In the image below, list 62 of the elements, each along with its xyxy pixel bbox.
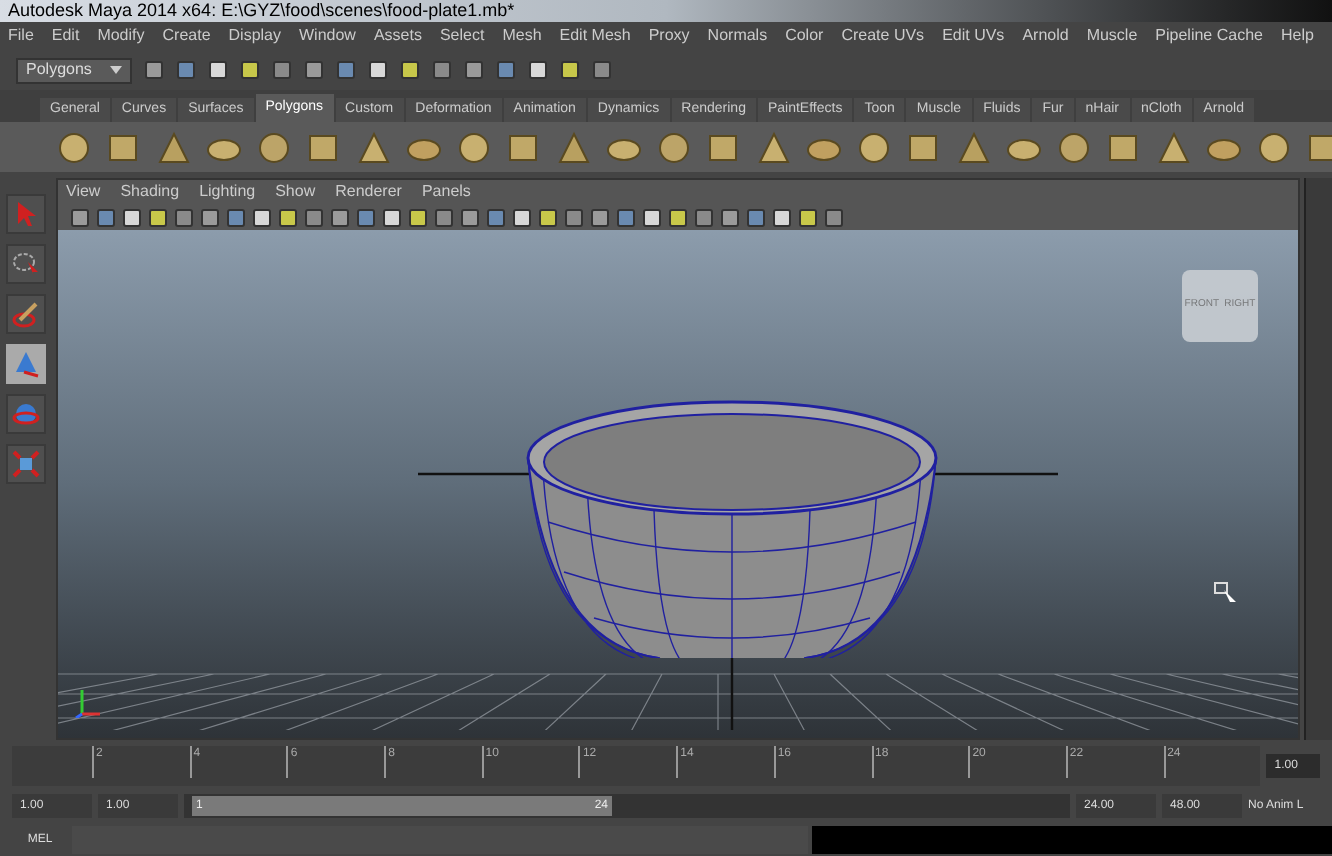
- tool-button[interactable]: [6, 394, 46, 434]
- panel-menu-item[interactable]: Lighting: [199, 180, 256, 204]
- menu-item[interactable]: Edit Mesh: [559, 24, 631, 48]
- panel-menu-item[interactable]: Renderer: [335, 180, 402, 204]
- panel-menu-item[interactable]: Show: [275, 180, 316, 204]
- lasso-icon: [12, 250, 40, 278]
- brush-icon: [12, 300, 40, 328]
- menu-item[interactable]: Modify: [97, 24, 145, 48]
- caret-icon: [110, 66, 122, 74]
- tool-button[interactable]: [6, 344, 46, 384]
- menu-item[interactable]: Select: [439, 24, 485, 48]
- panel-menu-item[interactable]: Panels: [421, 180, 471, 204]
- menu-item[interactable]: File: [8, 24, 34, 48]
- menu-item[interactable]: Help: [1280, 24, 1314, 48]
- polygon-tool-icon[interactable]: [156, 129, 192, 165]
- polygon-tool-icon[interactable]: [56, 129, 92, 165]
- tool-button[interactable]: [6, 194, 46, 234]
- polygon-tool-icon[interactable]: [356, 129, 392, 165]
- polygon-tool-icon[interactable]: [256, 129, 292, 165]
- scale-cube-icon: [12, 450, 40, 478]
- menu-item[interactable]: Proxy: [648, 24, 690, 48]
- menu-item[interactable]: Assets: [373, 24, 422, 48]
- menu-item[interactable]: Create UVs: [841, 24, 925, 48]
- panel-menu-item[interactable]: Shading: [120, 180, 180, 204]
- menu-item[interactable]: Color: [785, 24, 824, 48]
- menu-item[interactable]: Muscle: [1086, 24, 1138, 48]
- menu-set-dropdown[interactable]: Polygons: [16, 57, 132, 83]
- polygon-tool-icon[interactable]: [1106, 129, 1142, 165]
- polygon-tool-icon[interactable]: [706, 129, 742, 165]
- tool-button[interactable]: [6, 444, 46, 484]
- polygon-tool-icon[interactable]: [306, 129, 342, 165]
- panel-menu-item[interactable]: View: [66, 180, 101, 204]
- menu-item[interactable]: Display: [228, 24, 281, 48]
- polygon-tool-icon[interactable]: [1156, 129, 1192, 165]
- sphere-icon: [12, 400, 40, 428]
- menu-item[interactable]: Pipeline Cache: [1155, 24, 1263, 48]
- polygon-tool-icon[interactable]: [1306, 129, 1332, 165]
- polygon-tool-icon[interactable]: [506, 129, 542, 165]
- menu-item[interactable]: Create: [162, 24, 211, 48]
- menu-item[interactable]: Normals: [707, 24, 768, 48]
- tool-button[interactable]: [6, 244, 46, 284]
- polygon-tool-icon[interactable]: [956, 129, 992, 165]
- polygon-tool-icon[interactable]: [756, 129, 792, 165]
- polygon-tool-icon[interactable]: [456, 129, 492, 165]
- polygon-tool-icon[interactable]: [1256, 129, 1292, 165]
- polygon-tool-icon[interactable]: [856, 129, 892, 165]
- polygon-tool-icon[interactable]: [656, 129, 692, 165]
- cone-icon: [12, 350, 40, 378]
- select-arrow-icon: [12, 200, 40, 228]
- polygon-tool-icon[interactable]: [556, 129, 592, 165]
- polygon-tool-icon[interactable]: [1056, 129, 1092, 165]
- menu-item[interactable]: Mesh: [502, 24, 542, 48]
- menu-item[interactable]: Edit: [51, 24, 80, 48]
- polygon-tool-icon[interactable]: [906, 129, 942, 165]
- tool-button[interactable]: [6, 294, 46, 334]
- polygon-tool-icon[interactable]: [106, 129, 142, 165]
- menu-item[interactable]: Arnold: [1022, 24, 1069, 48]
- window-title: Autodesk Maya 2014 x64: E:\GYZ\food\scenes\food-plate1.mb*: [8, 2, 515, 20]
- mouse-cursor-icon: [1214, 582, 1238, 606]
- axis-icon: [74, 686, 102, 718]
- menu-item[interactable]: Edit UVs: [942, 24, 1005, 48]
- menu-item[interactable]: Window: [299, 24, 356, 48]
